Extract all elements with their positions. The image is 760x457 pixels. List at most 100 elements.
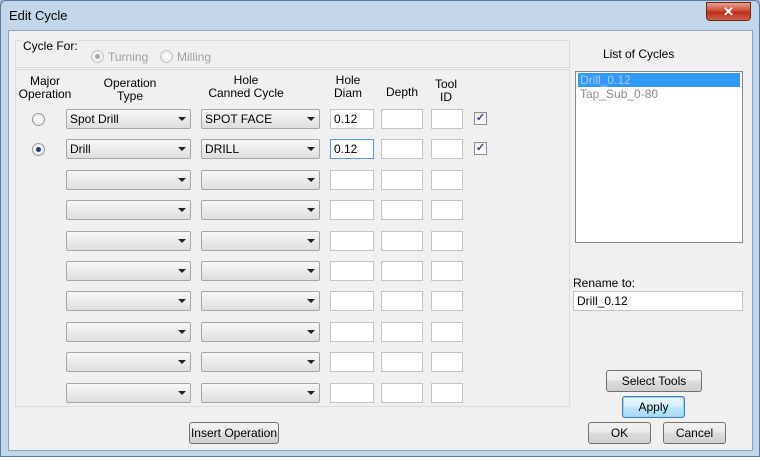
header-line: Diam xyxy=(333,86,362,100)
chevron-down-icon xyxy=(178,299,186,303)
depth-input[interactable] xyxy=(381,322,423,342)
tool-id-input[interactable] xyxy=(431,383,463,403)
tool-id-input[interactable] xyxy=(431,109,463,129)
chevron-down-icon xyxy=(178,391,186,395)
title-bar[interactable]: Edit Cycle ✕ xyxy=(1,1,759,29)
operation-type-select[interactable] xyxy=(66,322,191,342)
canned-cycle-select[interactable] xyxy=(201,170,320,190)
select-tools-button[interactable]: Select Tools xyxy=(606,370,702,392)
operation-type-select[interactable] xyxy=(66,231,191,251)
hole-diam-input[interactable]: 0.12 xyxy=(330,139,374,159)
canned-cycle-select[interactable] xyxy=(201,291,320,311)
operation-type-select[interactable] xyxy=(66,200,191,220)
header-line: Canned Cycle xyxy=(208,86,284,100)
depth-header: Depth xyxy=(385,85,419,99)
canned-cycle-select[interactable] xyxy=(201,200,320,220)
hole-diam-input[interactable] xyxy=(330,200,374,220)
operation-type-select[interactable] xyxy=(66,352,191,372)
operation-type-value: Drill xyxy=(70,142,91,156)
chevron-down-icon xyxy=(178,239,186,243)
hole-diam-input[interactable] xyxy=(330,291,374,311)
depth-input[interactable] xyxy=(381,109,423,129)
dialog-client: Cycle For: Turning Milling Major Operati… xyxy=(8,30,753,451)
depth-input[interactable] xyxy=(381,291,423,311)
hole-diam-input[interactable] xyxy=(330,261,374,281)
row-enable-checkbox[interactable]: ✓ xyxy=(474,112,487,125)
canned-cycle-select[interactable] xyxy=(201,322,320,342)
operation-type-select[interactable] xyxy=(66,170,191,190)
depth-input[interactable] xyxy=(381,231,423,251)
operation-type-select[interactable] xyxy=(66,383,191,403)
hole-diam-input[interactable] xyxy=(330,383,374,403)
depth-input[interactable] xyxy=(381,261,423,281)
chevron-down-icon xyxy=(307,239,315,243)
chevron-down-icon xyxy=(307,330,315,334)
chevron-down-icon xyxy=(307,208,315,212)
canned-cycle-select[interactable] xyxy=(201,231,320,251)
ok-button[interactable]: OK xyxy=(588,422,651,444)
chevron-down-icon xyxy=(178,147,186,151)
tool-id-input[interactable] xyxy=(431,352,463,372)
chevron-down-icon xyxy=(307,299,315,303)
canned-cycle-value: SPOT FACE xyxy=(205,112,273,126)
depth-input[interactable] xyxy=(381,352,423,372)
rename-input[interactable]: Drill_0.12 xyxy=(573,291,743,311)
insert-operation-button[interactable]: Insert Operation xyxy=(189,422,279,444)
milling-label: Milling xyxy=(177,50,212,64)
hole-diam-input[interactable] xyxy=(330,322,374,342)
tool-id-input[interactable] xyxy=(431,261,463,281)
cycle-item[interactable]: Tap_Sub_0-80 xyxy=(578,87,740,101)
cycle-item[interactable]: Drill_0.12 xyxy=(578,73,740,87)
hole-diam-input[interactable] xyxy=(330,352,374,372)
cycles-list[interactable]: Drill_0.12 Tap_Sub_0-80 xyxy=(575,71,743,243)
chevron-down-icon xyxy=(178,117,186,121)
hole-diam-input[interactable]: 0.12 xyxy=(330,109,374,129)
depth-input[interactable] xyxy=(381,170,423,190)
tool-id-input[interactable] xyxy=(431,200,463,220)
canned-cycle-select[interactable] xyxy=(201,383,320,403)
turning-radio[interactable] xyxy=(91,50,104,63)
operation-type-select[interactable] xyxy=(66,291,191,311)
major-operation-radio[interactable] xyxy=(32,143,45,156)
canned-cycle-select[interactable] xyxy=(201,352,320,372)
close-button[interactable]: ✕ xyxy=(706,2,751,21)
canned-cycle-select[interactable]: DRILL xyxy=(201,139,320,159)
canned-cycle-select[interactable] xyxy=(201,261,320,281)
canned-cycle-select[interactable]: SPOT FACE xyxy=(201,109,320,129)
chevron-down-icon xyxy=(178,330,186,334)
depth-input[interactable] xyxy=(381,139,423,159)
header-line: Type xyxy=(116,89,143,103)
header-line: ID xyxy=(440,90,452,104)
tool-id-input[interactable] xyxy=(431,291,463,311)
hole-diam-input[interactable] xyxy=(330,170,374,190)
operation-type-header: Operation Type xyxy=(82,77,178,103)
operation-type-select[interactable]: Drill xyxy=(66,139,191,159)
chevron-down-icon xyxy=(178,360,186,364)
cycle-for-label: Cycle For: xyxy=(22,39,79,53)
tool-id-header: Tool ID xyxy=(430,78,462,104)
window-title: Edit Cycle xyxy=(9,8,68,23)
chevron-down-icon xyxy=(178,269,186,273)
tool-id-input[interactable] xyxy=(431,322,463,342)
header-line: Operation xyxy=(18,87,72,101)
chevron-down-icon xyxy=(307,391,315,395)
major-operation-radio[interactable] xyxy=(32,113,45,126)
apply-button[interactable]: Apply xyxy=(622,396,685,418)
tool-id-input[interactable] xyxy=(431,170,463,190)
row-enable-checkbox[interactable]: ✓ xyxy=(474,142,487,155)
major-operation-header: Major Operation xyxy=(16,75,74,101)
operation-type-select[interactable] xyxy=(66,261,191,281)
depth-input[interactable] xyxy=(381,200,423,220)
chevron-down-icon xyxy=(307,117,315,121)
tool-id-input[interactable] xyxy=(431,139,463,159)
list-of-cycles-label: List of Cycles xyxy=(603,47,675,61)
operation-type-value: Spot Drill xyxy=(70,112,119,126)
cancel-button[interactable]: Cancel xyxy=(663,422,726,444)
chevron-down-icon xyxy=(307,269,315,273)
canned-cycle-value: DRILL xyxy=(205,142,240,156)
depth-input[interactable] xyxy=(381,383,423,403)
hole-diam-input[interactable] xyxy=(330,231,374,251)
operation-type-select[interactable]: Spot Drill xyxy=(66,109,191,129)
milling-radio[interactable] xyxy=(160,50,173,63)
tool-id-input[interactable] xyxy=(431,231,463,251)
